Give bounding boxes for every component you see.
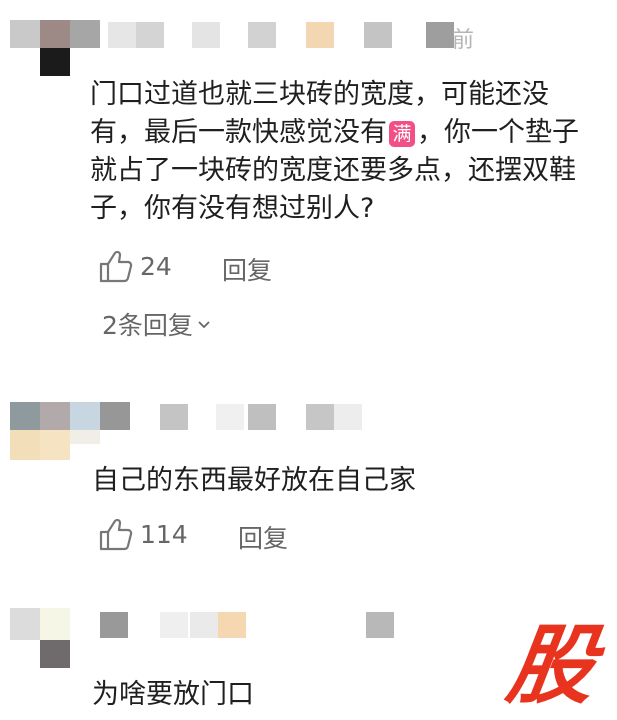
watermark-logo: 股 <box>501 616 602 716</box>
like-count: 24 <box>140 251 172 281</box>
timestamp-fragment: 前 <box>452 28 475 53</box>
full-emoji-icon: 满 <box>389 121 415 147</box>
avatar[interactable] <box>0 600 80 680</box>
reply-button[interactable]: 回复 <box>222 251 272 287</box>
username[interactable] <box>108 22 458 48</box>
avatar[interactable] <box>0 0 100 80</box>
avatar[interactable] <box>0 390 140 470</box>
like-count: 114 <box>140 519 188 549</box>
comment-text: 门口过道也就三块砖的宽度，可能还没有，最后一款快感觉没有满，你一个垫子就占了一块… <box>90 79 579 224</box>
like-button[interactable]: 24 <box>98 248 172 284</box>
comment-text: 自己的东西最好放在自己家 <box>92 465 416 496</box>
thumbs-up-icon <box>99 250 133 283</box>
replies-count-label: 2条回复 <box>102 311 193 340</box>
reply-button[interactable]: 回复 <box>238 519 288 555</box>
chevron-down-icon <box>198 321 210 329</box>
comment-item: 自己的东西最好放在自己家 114 回复 <box>0 390 617 590</box>
view-replies-link[interactable]: 2条回复 <box>102 306 211 342</box>
username[interactable] <box>100 612 400 638</box>
username[interactable] <box>160 404 380 430</box>
comment-item: 前 门口过道也就三块砖的宽度，可能还没有，最后一款快感觉没有满，你一个垫子就占了… <box>0 0 617 360</box>
thumbs-up-icon <box>99 518 133 551</box>
like-button[interactable]: 114 <box>98 516 188 552</box>
